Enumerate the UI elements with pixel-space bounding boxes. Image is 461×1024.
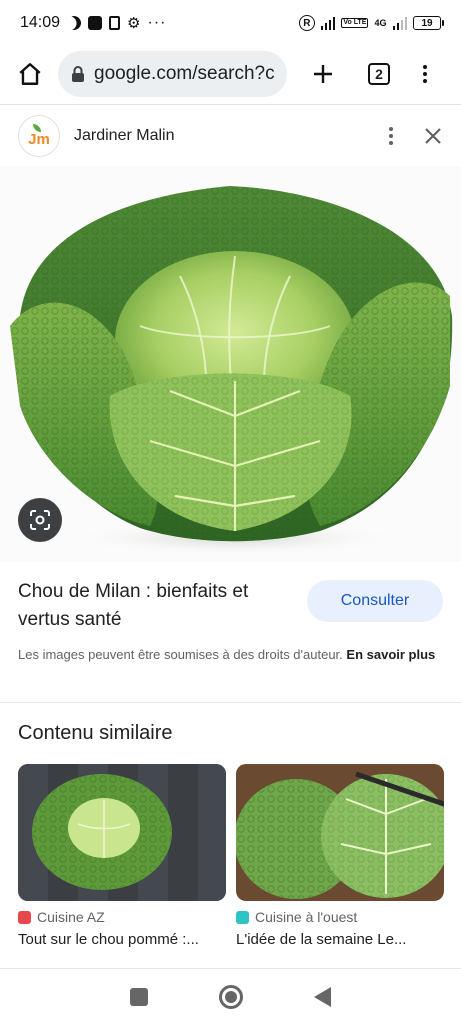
- learn-more-link[interactable]: En savoir plus: [346, 647, 435, 662]
- google-lens-button[interactable]: [18, 498, 62, 542]
- settings-gear-icon: ⚙: [127, 14, 141, 32]
- similar-card-source: Cuisine AZ: [18, 909, 226, 925]
- cuisine-a-louest-favicon-icon: [236, 910, 249, 924]
- home-circle-icon: [224, 990, 237, 1003]
- plus-icon: [314, 65, 332, 83]
- similar-card-image[interactable]: [18, 764, 226, 901]
- volte-badge: Vo LTE: [341, 18, 369, 28]
- similar-card-caption[interactable]: Tout sur le chou pommé :...: [18, 931, 226, 948]
- result-title[interactable]: Chou de Milan : bienfaits et vertus sant…: [18, 578, 298, 634]
- home-button[interactable]: [12, 56, 48, 92]
- signal-strength-icon: [320, 16, 336, 30]
- clock: 14:09: [20, 14, 61, 31]
- similar-content-heading: Contenu similaire: [18, 722, 173, 744]
- tab-switcher-button[interactable]: 2: [361, 56, 397, 92]
- source-header: Jm Jardiner Malin: [0, 104, 461, 166]
- copyright-text: Les images peuvent être soumises à des d…: [18, 647, 343, 662]
- halved-cabbage-image: [236, 764, 444, 901]
- source-logo[interactable]: Jm: [18, 114, 60, 157]
- tab-count: 2: [368, 63, 390, 85]
- battery-level: 19: [421, 17, 433, 29]
- lens-icon: [30, 510, 50, 530]
- similar-card-image[interactable]: [236, 764, 444, 901]
- copyright-notice: Les images peuvent être soumises à des d…: [18, 645, 443, 664]
- more-notifications-icon: ···: [147, 14, 167, 31]
- cabbage-on-wood-image: [18, 764, 226, 901]
- more-vert-icon: [415, 65, 435, 83]
- status-bar: 14:09 ⚙ ··· R Vo LTE 4G 19: [0, 0, 461, 46]
- recents-button[interactable]: [130, 987, 149, 1006]
- source-label: Cuisine AZ: [37, 909, 105, 925]
- lock-icon: [72, 66, 84, 82]
- result-info: Chou de Milan : bienfaits et vertus sant…: [18, 578, 443, 634]
- source-logo-text: Jm: [28, 131, 50, 148]
- source-name[interactable]: Jardiner Malin: [74, 127, 174, 145]
- main-image[interactable]: [0, 166, 461, 562]
- consult-button[interactable]: Consulter: [307, 580, 443, 622]
- system-nav-bar: [0, 968, 461, 1024]
- cuisine-az-favicon-icon: [18, 910, 31, 924]
- battery-icon: 19: [413, 16, 444, 30]
- do-not-disturb-icon: [64, 13, 83, 32]
- signal-strength-2-icon: [392, 16, 407, 30]
- browser-menu-button[interactable]: [407, 56, 443, 92]
- sim-card-icon: [109, 16, 121, 30]
- app-notification-icon: [88, 16, 103, 30]
- address-bar[interactable]: google.com/search?c: [58, 51, 287, 97]
- close-icon[interactable]: [423, 126, 443, 146]
- new-tab-button[interactable]: [305, 56, 341, 92]
- back-button[interactable]: [313, 986, 331, 1007]
- home-icon: [19, 63, 41, 85]
- registered-icon: R: [298, 15, 315, 31]
- divider: [0, 702, 461, 703]
- savoy-cabbage-image: [10, 186, 453, 556]
- similar-card-source: Cuisine à l'ouest: [236, 909, 444, 925]
- network-type: 4G: [374, 18, 387, 28]
- source-label: Cuisine à l'ouest: [255, 909, 358, 925]
- home-nav-button[interactable]: [218, 984, 243, 1009]
- similar-card-1[interactable]: Cuisine AZ Tout sur le chou pommé :...: [18, 764, 226, 948]
- browser-toolbar: google.com/search?c 2: [0, 46, 461, 102]
- similar-card-caption[interactable]: L'idée de la semaine Le...: [236, 931, 444, 948]
- similar-card-2[interactable]: Cuisine à l'ouest L'idée de la semaine L…: [236, 764, 444, 948]
- url-text: google.com/search?c: [94, 63, 275, 84]
- more-options-button[interactable]: [381, 126, 401, 145]
